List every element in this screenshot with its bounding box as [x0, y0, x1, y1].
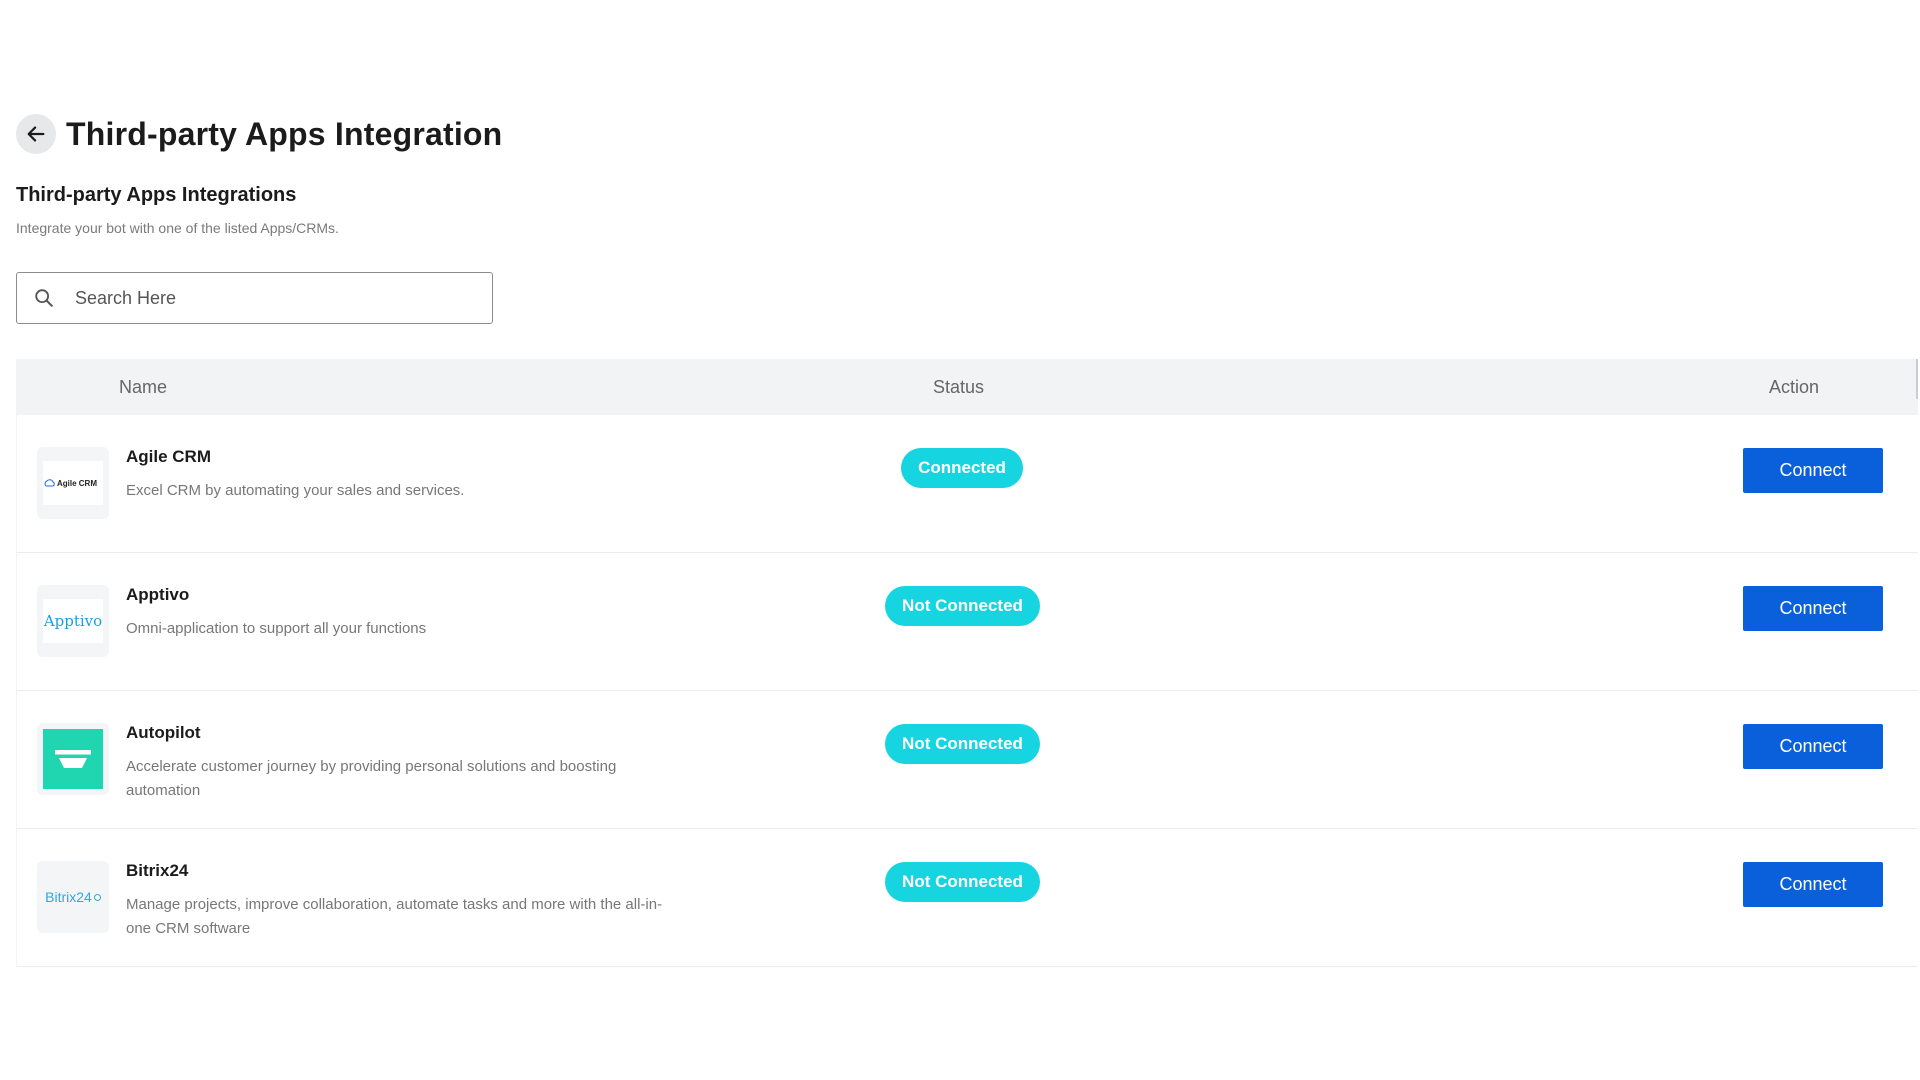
autopilot-logo: [37, 723, 109, 795]
status-badge: Not Connected: [885, 724, 1040, 764]
connect-button-apptivo[interactable]: Connect: [1743, 586, 1883, 631]
table-row: Apptivo Apptivo Omni-application to supp…: [16, 553, 1918, 691]
app-description: Accelerate customer journey by providing…: [126, 758, 617, 799]
table-row: Agile CRM Agile CRM Excel CRM by automat…: [16, 415, 1918, 553]
page-header: Third-party Apps Integration: [16, 114, 502, 154]
table-row: Bitrix24 Bitrix24 Manage projects, impro…: [16, 829, 1918, 967]
agile-crm-logo: Agile CRM: [37, 447, 109, 519]
search-input[interactable]: [75, 287, 455, 309]
apptivo-logo-text: Apptivo: [43, 612, 103, 630]
bitrix24-logo-text: Bitrix24: [45, 889, 92, 905]
search-icon: [35, 289, 53, 307]
column-header-status: Status: [933, 377, 985, 397]
app-name: Bitrix24: [126, 861, 189, 880]
integrations-table: Name Status Action Agile CRM Agile CRM E…: [16, 359, 1918, 967]
table-row: Autopilot Accelerate customer journey by…: [16, 691, 1918, 829]
section-subtitle: Integrate your bot with one of the liste…: [16, 220, 339, 236]
app-name: Agile CRM: [126, 447, 211, 466]
page-title: Third-party Apps Integration: [66, 115, 503, 152]
column-header-name: Name: [119, 377, 168, 397]
bitrix24-logo: Bitrix24: [37, 861, 109, 933]
app-description: Omni-application to support all your fun…: [126, 620, 427, 637]
integration-page: Third-party Apps Integration Third-party…: [0, 0, 1920, 1080]
clock-icon: [93, 893, 101, 901]
status-badge: Not Connected: [885, 862, 1040, 902]
app-description: Excel CRM by automating your sales and s…: [126, 482, 465, 499]
app-name: Apptivo: [126, 585, 190, 604]
column-header-action: Action: [1769, 377, 1820, 397]
apptivo-logo: Apptivo: [37, 585, 109, 657]
scrollbar-edge: [1916, 359, 1918, 399]
app-description: Manage projects, improve collaboration, …: [126, 896, 663, 937]
section-title: Third-party Apps Integrations: [16, 184, 297, 206]
autopilot-logo-mark: [55, 750, 91, 768]
back-button[interactable]: [16, 114, 56, 154]
connect-button-agile-crm[interactable]: Connect: [1743, 448, 1883, 493]
status-badge: Connected: [901, 448, 1023, 488]
status-badge: Not Connected: [885, 586, 1040, 626]
connect-button-autopilot[interactable]: Connect: [1743, 724, 1883, 769]
table-header: Name Status Action: [16, 359, 1918, 415]
app-name: Autopilot: [126, 723, 201, 742]
connect-button-bitrix24[interactable]: Connect: [1743, 862, 1883, 907]
agile-crm-logo-text: Agile CRM: [57, 478, 97, 488]
arrow-left-icon: [27, 126, 45, 142]
search-box: [16, 272, 493, 324]
